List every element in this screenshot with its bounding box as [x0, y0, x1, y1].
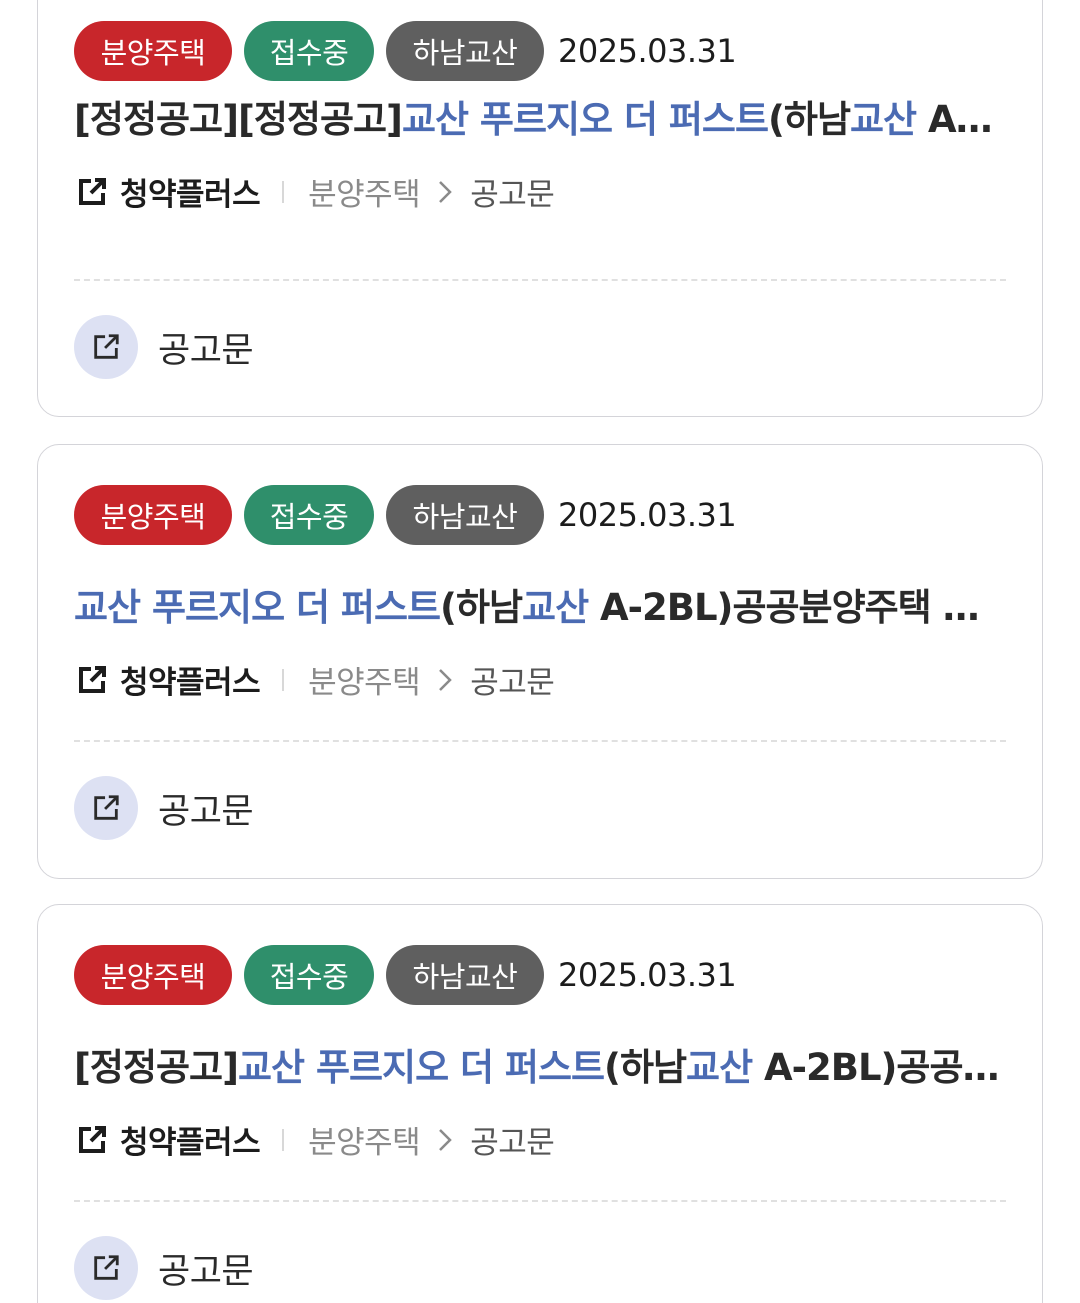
- title-text: A-2BL)공공분양주택 입주자모집공고: [764, 1046, 1004, 1089]
- title-highlight: 교산: [686, 1046, 753, 1089]
- source-row[interactable]: 청약플러스 분양주택 공고문: [76, 169, 555, 214]
- post-date: 2025.03.31: [558, 956, 737, 994]
- title-text: A-2BL)공공분양주택 입주자모집공고: [927, 98, 1004, 141]
- title-text: (하남: [440, 586, 523, 629]
- announcement-title[interactable]: [정정공고]교산 푸르지오 더 퍼스트(하남교산 A-2BL)공공분양주택 입주…: [74, 1037, 1004, 1091]
- post-date: 2025.03.31: [558, 496, 737, 534]
- title-highlight: 교산: [850, 98, 917, 141]
- divider: [74, 740, 1006, 742]
- post-date: 2025.03.31: [558, 32, 737, 70]
- region-tag: 하남교산: [386, 21, 544, 81]
- separator: [282, 180, 285, 203]
- tag-row: 분양주택 접수중 하남교산 2025.03.31: [74, 21, 737, 81]
- announcement-card[interactable]: 분양주택 접수중 하남교산 2025.03.31 교산 푸르지오 더 퍼스트(하…: [37, 444, 1043, 879]
- status-tag: 접수중: [244, 945, 374, 1005]
- title-prefix: [정정공고]: [74, 1046, 239, 1089]
- status-tag: 접수중: [244, 485, 374, 545]
- title-prefix: [정정공고][정정공고]: [74, 98, 403, 141]
- divider: [74, 1200, 1006, 1202]
- chevron-right-icon: [436, 178, 454, 206]
- type-tag: 분양주택: [74, 945, 232, 1005]
- breadcrumb-category: 분양주택: [308, 665, 421, 701]
- document-link-icon: [74, 315, 138, 379]
- source-name: 청약플러스: [120, 665, 261, 701]
- source-row[interactable]: 청약플러스 분양주택 공고문: [76, 657, 555, 702]
- announcement-title[interactable]: [정정공고][정정공고]교산 푸르지오 더 퍼스트(하남교산 A-2BL)공공분…: [74, 89, 1004, 143]
- external-link-icon: [76, 664, 108, 696]
- title-highlight: 교산 푸르지오 더 퍼스트: [401, 98, 769, 141]
- chevron-right-icon: [436, 1126, 454, 1154]
- breadcrumb-page: 공고문: [470, 1125, 555, 1161]
- title-highlight: 교산 푸르지오 더 퍼스트: [237, 1046, 605, 1089]
- announcement-title[interactable]: 교산 푸르지오 더 퍼스트(하남교산 A-2BL)공공분양주택 입주자모집공고: [74, 577, 1004, 631]
- document-link-label: 공고문: [158, 791, 254, 832]
- document-link-label: 공고문: [158, 1251, 254, 1292]
- region-tag: 하남교산: [386, 485, 544, 545]
- region-tag: 하남교산: [386, 945, 544, 1005]
- external-link-icon: [76, 1124, 108, 1156]
- document-link[interactable]: 공고문: [74, 315, 254, 379]
- announcement-card[interactable]: 분양주택 접수중 하남교산 2025.03.31 [정정공고]교산 푸르지오 더…: [37, 904, 1043, 1303]
- tag-row: 분양주택 접수중 하남교산 2025.03.31: [74, 945, 737, 1005]
- breadcrumb-page: 공고문: [470, 177, 555, 213]
- tag-row: 분양주택 접수중 하남교산 2025.03.31: [74, 485, 737, 545]
- source-name: 청약플러스: [120, 1125, 261, 1161]
- external-link-icon: [76, 176, 108, 208]
- document-link[interactable]: 공고문: [74, 1236, 254, 1300]
- document-link-label: 공고문: [158, 330, 254, 371]
- status-tag: 접수중: [244, 21, 374, 81]
- chevron-right-icon: [436, 666, 454, 694]
- breadcrumb-page: 공고문: [470, 665, 555, 701]
- breadcrumb-category: 분양주택: [308, 177, 421, 213]
- divider: [74, 279, 1006, 281]
- type-tag: 분양주택: [74, 485, 232, 545]
- announcement-card[interactable]: 분양주택 접수중 하남교산 2025.03.31 [정정공고][정정공고]교산 …: [37, 0, 1043, 417]
- separator: [282, 668, 285, 691]
- title-text: (하남: [604, 1046, 687, 1089]
- title-text: A-2BL)공공분양주택 입주자모집공고: [600, 586, 1004, 629]
- document-link-icon: [74, 1236, 138, 1300]
- type-tag: 분양주택: [74, 21, 232, 81]
- title-highlight: 교산: [522, 586, 589, 629]
- document-link-icon: [74, 776, 138, 840]
- source-name: 청약플러스: [120, 177, 261, 213]
- source-row[interactable]: 청약플러스 분양주택 공고문: [76, 1117, 555, 1162]
- document-link[interactable]: 공고문: [74, 776, 254, 840]
- title-highlight: 교산 푸르지오 더 퍼스트: [74, 586, 441, 629]
- separator: [282, 1128, 285, 1151]
- breadcrumb-category: 분양주택: [308, 1125, 421, 1161]
- title-text: (하남: [768, 98, 851, 141]
